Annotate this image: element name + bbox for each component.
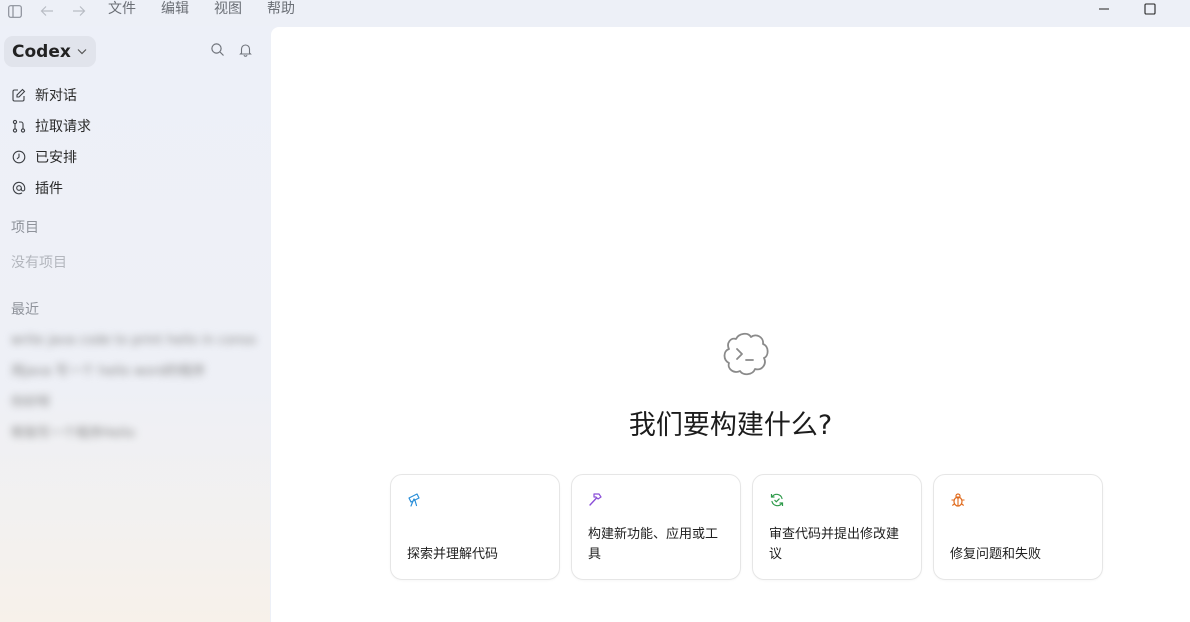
- clock-icon: [11, 149, 26, 164]
- sidebar-item-label: 新对话: [35, 87, 77, 104]
- workspace-switcher[interactable]: Codex: [4, 36, 96, 67]
- sidebar-item-label: 拉取请求: [35, 118, 91, 135]
- sidebar: Codex 新对话 拉取请求 已安排 插件 项目 没有项目 最近 write j…: [0, 26, 270, 622]
- suggestion-card-fix[interactable]: 修复问题和失败: [933, 474, 1103, 580]
- page-title: 我们要构建什么?: [628, 410, 833, 441]
- suggestion-card-build[interactable]: 构建新功能、应用或工具: [571, 474, 741, 580]
- search-icon[interactable]: [210, 42, 226, 58]
- menu-help[interactable]: 帮助: [267, 0, 295, 20]
- new-chat-icon: [11, 87, 26, 102]
- menu-edit[interactable]: 编辑: [161, 0, 189, 20]
- suggestion-card-label: 审查代码并提出修改建议: [769, 527, 900, 562]
- suggestion-card-label: 探索并理解代码: [407, 547, 499, 562]
- menu-bar: 文件 编辑 视图 帮助: [108, 0, 320, 20]
- bug-icon: [950, 492, 966, 508]
- recent-item[interactable]: 用java 写一个 hello word的程序: [11, 364, 256, 395]
- title-bar: 文件 编辑 视图 帮助: [0, 0, 1190, 26]
- suggestion-card-label: 构建新功能、应用或工具: [588, 527, 719, 562]
- chevron-down-icon: [77, 49, 87, 55]
- menu-view[interactable]: 视图: [214, 0, 242, 20]
- codex-cloud-terminal-icon: [720, 329, 770, 379]
- forward-arrow-icon[interactable]: [70, 2, 88, 20]
- hammer-icon: [588, 492, 604, 508]
- sidebar-item-new-chat[interactable]: 新对话: [11, 79, 91, 110]
- at-icon: [11, 180, 26, 195]
- sidebar-toggle-icon[interactable]: [6, 2, 24, 20]
- suggestion-card-explore[interactable]: 探索并理解代码: [390, 474, 560, 580]
- suggestion-cards: 探索并理解代码 构建新功能、应用或工具 审查代码并提出修改建议 修复问题和失败: [390, 474, 1103, 580]
- sidebar-item-label: 已安排: [35, 149, 77, 166]
- projects-empty-text: 没有项目: [11, 255, 67, 271]
- review-refresh-icon: [769, 492, 785, 508]
- pull-request-icon: [11, 118, 26, 133]
- back-arrow-icon[interactable]: [38, 2, 56, 20]
- bell-icon[interactable]: [238, 42, 254, 58]
- sidebar-item-plugins[interactable]: 插件: [11, 172, 91, 203]
- minimize-button[interactable]: [1095, 1, 1113, 17]
- recent-heading: 最近: [11, 302, 39, 318]
- menu-file[interactable]: 文件: [108, 0, 136, 20]
- sidebar-item-scheduled[interactable]: 已安排: [11, 141, 91, 172]
- recent-list: write java code to print hello in consol…: [11, 333, 256, 457]
- recent-item[interactable]: 帮我写一个程序Hello: [11, 426, 256, 457]
- sidebar-nav: 新对话 拉取请求 已安排 插件: [11, 79, 91, 203]
- recent-item[interactable]: 你好呀: [11, 395, 256, 426]
- suggestion-card-review[interactable]: 审查代码并提出修改建议: [752, 474, 922, 580]
- brand-name: Codex: [12, 41, 71, 62]
- telescope-icon: [407, 492, 423, 508]
- projects-heading: 项目: [11, 220, 39, 236]
- recent-item[interactable]: write java code to print hello in consol…: [11, 333, 256, 364]
- suggestion-card-label: 修复问题和失败: [950, 547, 1042, 562]
- maximize-button[interactable]: [1141, 1, 1159, 17]
- sidebar-item-label: 插件: [35, 180, 63, 197]
- sidebar-item-pull-requests[interactable]: 拉取请求: [11, 110, 91, 141]
- main-panel: 我们要构建什么? 探索并理解代码 构建新功能、应用或工具 审查代码并提出修改建议…: [271, 27, 1190, 622]
